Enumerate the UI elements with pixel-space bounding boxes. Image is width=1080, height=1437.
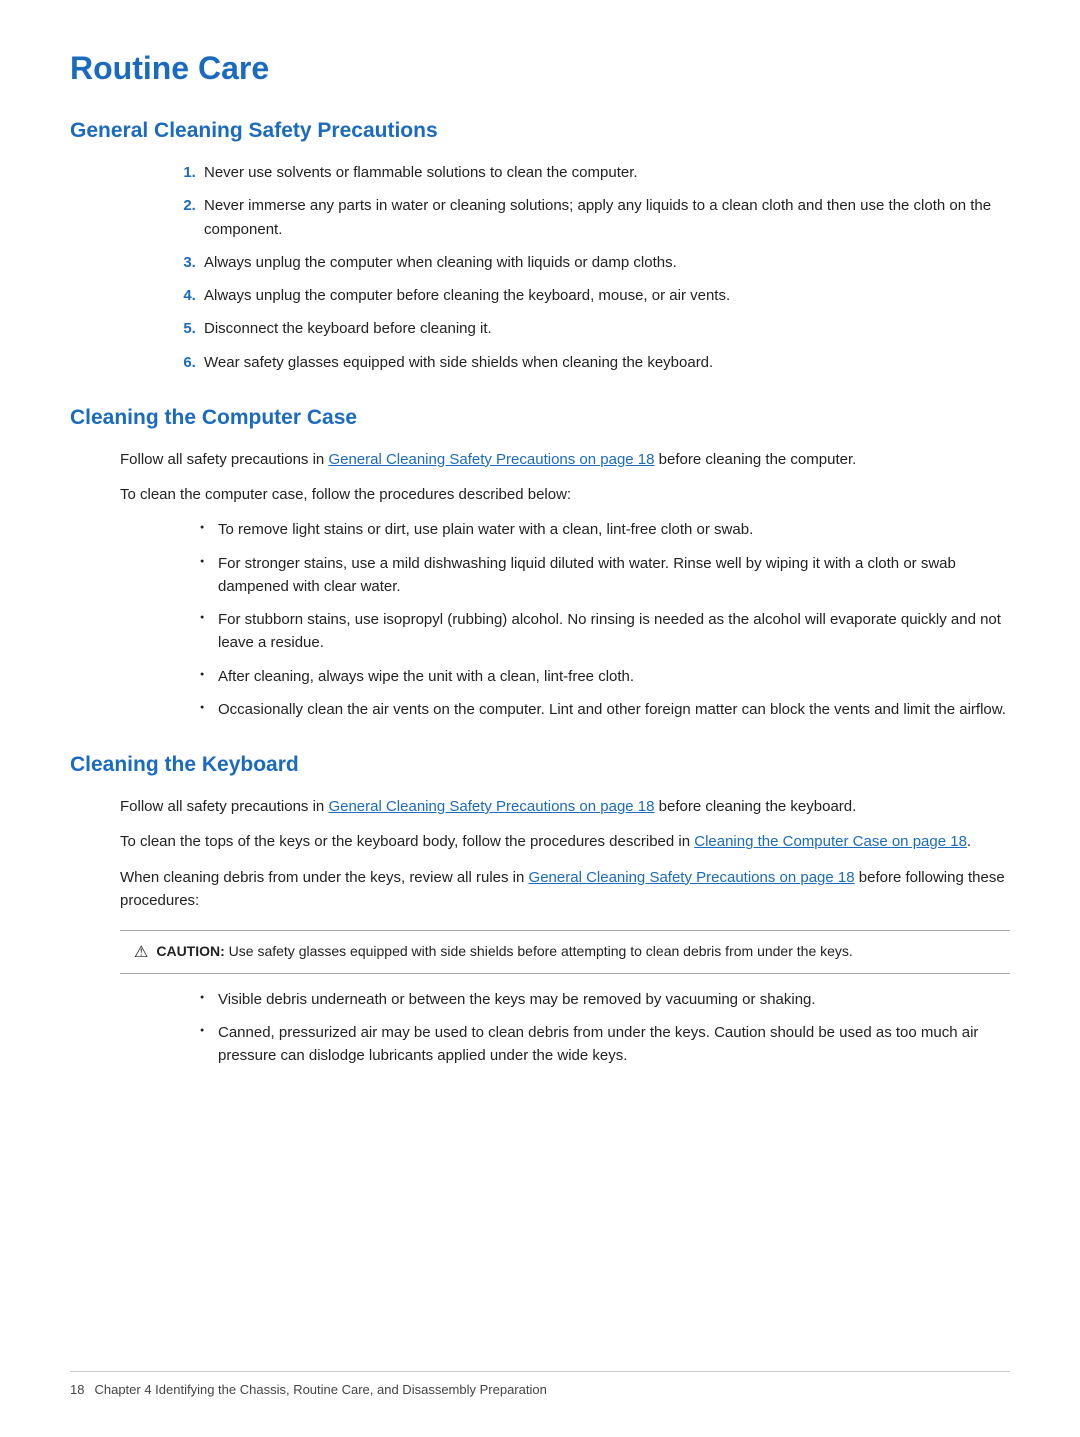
numbered-list-general: Never use solvents or flammable solution… xyxy=(200,161,1010,374)
footer-page-number: 18 xyxy=(70,1382,84,1397)
caution-body: Use safety glasses equipped with side sh… xyxy=(225,943,853,959)
keyboard-intro-2: To clean the tops of the keys or the key… xyxy=(120,830,1010,853)
list-item: Never immerse any parts in water or clea… xyxy=(200,194,1010,241)
list-item: Never use solvents or flammable solution… xyxy=(200,161,1010,184)
list-item: Always unplug the computer before cleani… xyxy=(200,284,1010,307)
case-intro-2: To clean the computer case, follow the p… xyxy=(120,483,1010,506)
bullet-list-keyboard: Visible debris underneath or between the… xyxy=(200,988,1010,1068)
page-footer: 18 Chapter 4 Identifying the Chassis, Ro… xyxy=(70,1371,1010,1397)
section-title-general: General Cleaning Safety Precautions xyxy=(70,119,1010,143)
keyboard-intro-1: Follow all safety precautions in General… xyxy=(120,795,1010,818)
keyboard-link-2[interactable]: Cleaning the Computer Case on page 18 xyxy=(694,833,967,850)
section-title-case: Cleaning the Computer Case xyxy=(70,406,1010,430)
keyboard-intro-2-after: . xyxy=(967,833,971,850)
list-item: After cleaning, always wipe the unit wit… xyxy=(200,665,1010,688)
list-item: Visible debris underneath or between the… xyxy=(200,988,1010,1011)
bullet-list-case: To remove light stains or dirt, use plai… xyxy=(200,518,1010,721)
section-body-case: Follow all safety precautions in General… xyxy=(120,448,1010,721)
list-item: Wear safety glasses equipped with side s… xyxy=(200,351,1010,374)
footer-chapter-text: Chapter 4 Identifying the Chassis, Routi… xyxy=(94,1382,546,1397)
keyboard-link-1[interactable]: General Cleaning Safety Precautions on p… xyxy=(328,798,654,815)
list-item: Canned, pressurized air may be used to c… xyxy=(200,1021,1010,1068)
keyboard-intro-1-before: Follow all safety precautions in xyxy=(120,798,328,815)
case-intro-1-before: Follow all safety precautions in xyxy=(120,451,328,468)
section-title-keyboard: Cleaning the Keyboard xyxy=(70,753,1010,777)
keyboard-intro-1-after: before cleaning the keyboard. xyxy=(655,798,857,815)
list-item: Occasionally clean the air vents on the … xyxy=(200,698,1010,721)
list-item: For stubborn stains, use isopropyl (rubb… xyxy=(200,608,1010,655)
keyboard-intro-3: When cleaning debris from under the keys… xyxy=(120,866,1010,913)
list-item: For stronger stains, use a mild dishwash… xyxy=(200,552,1010,599)
list-item: Always unplug the computer when cleaning… xyxy=(200,251,1010,274)
case-link-1[interactable]: General Cleaning Safety Precautions on p… xyxy=(328,451,654,468)
section-body-keyboard: Follow all safety precautions in General… xyxy=(120,795,1010,1067)
list-item: To remove light stains or dirt, use plai… xyxy=(200,518,1010,541)
list-item: Disconnect the keyboard before cleaning … xyxy=(200,317,1010,340)
keyboard-link-3[interactable]: General Cleaning Safety Precautions on p… xyxy=(529,869,855,886)
caution-label: CAUTION: xyxy=(156,943,224,959)
case-intro-1: Follow all safety precautions in General… xyxy=(120,448,1010,471)
section-body-general: Never use solvents or flammable solution… xyxy=(120,161,1010,374)
caution-box: ⚠ CAUTION: Use safety glasses equipped w… xyxy=(120,930,1010,974)
case-intro-1-after: before cleaning the computer. xyxy=(655,451,857,468)
keyboard-intro-2-before: To clean the tops of the keys or the key… xyxy=(120,833,694,850)
caution-text: CAUTION: Use safety glasses equipped wit… xyxy=(156,941,852,963)
caution-icon: ⚠ xyxy=(134,942,148,962)
keyboard-intro-3-before: When cleaning debris from under the keys… xyxy=(120,869,529,886)
page-title: Routine Care xyxy=(70,50,1010,87)
